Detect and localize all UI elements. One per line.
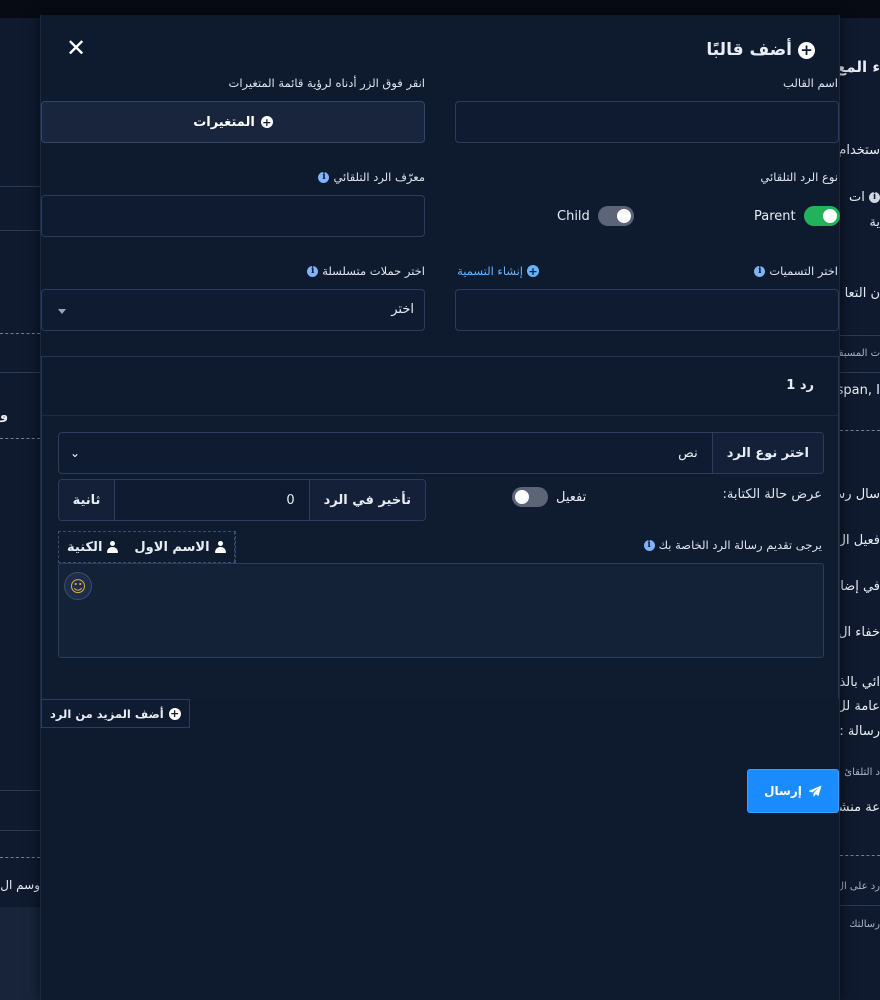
template-name-label: اسم القالب: [783, 76, 838, 90]
add-more-reply-button[interactable]: + أضف المزيد من الرد: [41, 699, 190, 728]
caret-down-icon: [58, 309, 66, 314]
delay-input[interactable]: 0: [115, 480, 309, 520]
plus-circle-icon: +: [168, 707, 181, 720]
message-hint-label: يرجى تقديم رسالة الرد الخاصة بك i: [643, 538, 822, 552]
bg-divider: [0, 857, 40, 858]
reply-type-value: نص: [678, 445, 698, 461]
modal-title: + أضف قالبًا: [706, 40, 815, 60]
bg-divider: [0, 230, 40, 231]
chevron-down-icon: ⌄: [69, 446, 81, 460]
bg-divider: [840, 855, 880, 856]
labels-select-label: اختر التسميات i: [754, 264, 838, 278]
bg-divider: [0, 186, 40, 187]
variables-button[interactable]: + المتغيرات: [41, 101, 425, 143]
reply-type-label: اختر نوع الرد: [711, 433, 823, 473]
modal-title-text: أضف قالبًا: [706, 40, 792, 60]
plus-circle-icon: +: [260, 115, 273, 129]
typing-toggle[interactable]: [512, 487, 548, 507]
typing-toggle-group[interactable]: تفعيل: [512, 487, 586, 507]
child-toggle-group[interactable]: Child: [557, 206, 634, 226]
sequence-campaigns-label: اختر حملات متسلسلة i: [307, 264, 425, 278]
user-icon: [107, 541, 119, 553]
bg-fragment: وسم ال: [0, 878, 40, 892]
message-textarea[interactable]: [58, 563, 824, 658]
bg-divider: [0, 790, 40, 791]
bg-panel: [0, 907, 40, 1000]
labels-select-input[interactable]: [455, 289, 839, 331]
info-icon: i: [869, 192, 880, 203]
info-icon[interactable]: i: [318, 171, 330, 183]
delay-input-group: ثانية 0 تأخير في الرد: [58, 479, 426, 521]
var-chip-last-name[interactable]: الكنية: [59, 532, 126, 562]
variables-hint: انقر فوق الزر أدناه لرؤية قائمة المتغيرا…: [228, 76, 425, 90]
reply-card-header: رد 1: [42, 357, 838, 416]
bg-divider: [840, 430, 880, 431]
autoreply-id-label: معرّف الرد التلقائي i: [318, 170, 425, 184]
bg-divider: [840, 372, 880, 373]
add-template-modal: + أضف قالبًا ✕ اسم القالب انقر فوق الزر …: [40, 15, 840, 1000]
bg-fragment: و: [0, 408, 9, 423]
bg-divider: [840, 905, 880, 906]
reply-type-select[interactable]: ⌄ نص اختر نوع الرد: [58, 432, 824, 474]
bg-divider: [0, 830, 40, 831]
delay-label: تأخير في الرد: [308, 480, 425, 520]
sequence-campaigns-select[interactable]: اختر: [41, 289, 425, 331]
template-name-input[interactable]: [455, 101, 839, 143]
child-label: Child: [557, 208, 590, 224]
bg-divider: [0, 438, 40, 439]
bg-divider: [840, 335, 880, 336]
parent-toggle[interactable]: [803, 206, 840, 226]
info-icon[interactable]: i: [754, 265, 766, 277]
plus-circle-icon: +: [798, 41, 815, 59]
autoreply-type-label: نوع الرد التلقائي: [760, 170, 838, 184]
delay-unit: ثانية: [59, 480, 115, 520]
typing-toggle-label: تفعيل: [556, 489, 587, 505]
bg-divider: [0, 372, 40, 373]
send-button[interactable]: إرسال: [747, 769, 839, 813]
autoreply-id-input[interactable]: [41, 195, 425, 237]
bg-divider: [0, 333, 40, 334]
variable-chips: الكنية الاسم الاول: [58, 531, 236, 563]
emoji-icon[interactable]: ☺: [64, 572, 92, 600]
reply-title: رد 1: [786, 378, 814, 393]
var-chip-first-name[interactable]: الاسم الاول: [126, 532, 235, 562]
user-icon: [214, 541, 226, 553]
info-icon[interactable]: i: [307, 265, 319, 277]
create-label-link[interactable]: + إنشاء التسمية: [457, 264, 539, 278]
info-icon[interactable]: i: [643, 539, 655, 551]
select-value: اختر: [391, 302, 414, 317]
plus-circle-icon: +: [527, 264, 539, 278]
close-icon[interactable]: ✕: [65, 36, 87, 60]
paper-plane-icon: [808, 785, 822, 797]
child-toggle[interactable]: [597, 206, 634, 226]
parent-label: Parent: [754, 208, 796, 224]
typing-status-label: عرض حالة الكتابة:: [722, 487, 822, 502]
parent-toggle-group[interactable]: Parent: [754, 206, 840, 226]
reply-card: رد 1 ⌄ نص اختر نوع الرد عرض حالة الكتابة…: [41, 356, 839, 699]
